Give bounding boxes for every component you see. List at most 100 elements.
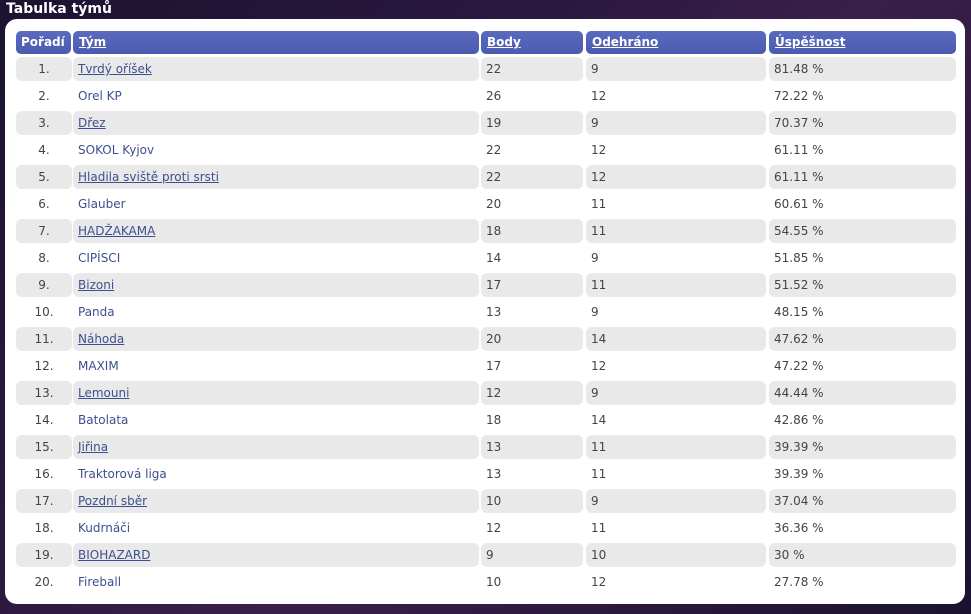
success-cell: 60.61 % [774, 197, 824, 211]
team-link[interactable]: Hladila sviště proti srsti [78, 170, 219, 184]
rank-cell: 9. [16, 273, 72, 297]
points-cell: 14 [486, 251, 502, 265]
rank-cell: 19. [16, 543, 72, 567]
rank-cell: 12. [34, 359, 54, 373]
points-cell: 19 [481, 111, 583, 135]
team-link[interactable]: Fireball [78, 575, 121, 589]
success-cell: 51.52 % [769, 273, 956, 297]
played-cell: 11 [586, 219, 766, 243]
points-cell: 17 [481, 273, 583, 297]
points-cell: 26 [486, 89, 502, 103]
team-link[interactable]: Náhoda [78, 332, 124, 346]
played-cell: 12 [591, 359, 607, 373]
header-played-sort-link[interactable]: Odehráno [586, 31, 766, 54]
played-cell: 9 [586, 57, 766, 81]
team-cell: BIOHAZARD [73, 543, 479, 567]
success-cell: 51.85 % [774, 251, 824, 265]
points-cell: 12 [481, 381, 583, 405]
team-link[interactable]: Tvrdý oříšek [78, 62, 152, 76]
team-cell: Pozdní sběr [73, 489, 479, 513]
team-link[interactable]: Glauber [78, 197, 126, 211]
rank-cell: 17. [16, 489, 72, 513]
team-link[interactable]: Dřez [78, 116, 106, 130]
success-cell: 27.78 % [774, 575, 824, 589]
played-cell: 12 [591, 575, 607, 589]
played-cell: 9 [591, 251, 599, 265]
played-cell: 14 [586, 327, 766, 351]
team-cell: Náhoda [73, 327, 479, 351]
team-cell: Dřez [73, 111, 479, 135]
success-cell: 36.36 % [774, 521, 824, 535]
played-cell: 11 [591, 521, 607, 535]
team-link[interactable]: MAXIM [78, 359, 119, 373]
points-cell: 13 [486, 305, 502, 319]
page-title: Tabulka týmů [6, 1, 112, 17]
played-cell: 10 [586, 543, 766, 567]
points-cell: 18 [481, 219, 583, 243]
rank-cell: 16. [34, 467, 54, 481]
rank-cell: 1. [16, 57, 72, 81]
points-cell: 10 [481, 489, 583, 513]
success-cell: 47.62 % [769, 327, 956, 351]
team-link[interactable]: Batolata [78, 413, 128, 427]
points-cell: 10 [486, 575, 502, 589]
team-link[interactable]: SOKOL Kyjov [78, 143, 154, 157]
rank-cell: 14. [34, 413, 54, 427]
success-cell: 47.22 % [774, 359, 824, 373]
points-cell: 9 [481, 543, 583, 567]
team-link[interactable]: CIPÍSCI [78, 251, 120, 265]
team-cell: Hladila sviště proti srsti [73, 165, 479, 189]
points-cell: 20 [481, 327, 583, 351]
team-cell: Orel KP [73, 84, 479, 108]
played-cell: 9 [586, 111, 766, 135]
rank-cell: 7. [16, 219, 72, 243]
rank-cell: 4. [38, 143, 50, 157]
success-cell: 42.86 % [774, 413, 824, 427]
team-link[interactable]: BIOHAZARD [78, 548, 150, 562]
header-points-sort-link[interactable]: Body [481, 31, 583, 54]
points-cell: 18 [486, 413, 502, 427]
team-cell: Batolata [73, 408, 479, 432]
rank-cell: 18. [34, 521, 54, 535]
played-cell: 12 [591, 89, 607, 103]
success-cell: 37.04 % [769, 489, 956, 513]
team-cell: HADŽAKAMA [73, 219, 479, 243]
rank-cell: 15. [16, 435, 72, 459]
played-cell: 9 [586, 489, 766, 513]
rank-cell: 13. [16, 381, 72, 405]
points-cell: 22 [481, 165, 583, 189]
team-link[interactable]: Lemouni [78, 386, 129, 400]
played-cell: 14 [591, 413, 607, 427]
team-link[interactable]: Orel KP [78, 89, 122, 103]
success-cell: 61.11 % [769, 165, 956, 189]
played-cell: 11 [591, 467, 607, 481]
team-cell: Glauber [73, 192, 479, 216]
team-cell: Fireball [73, 570, 479, 594]
played-cell: 9 [591, 305, 599, 319]
team-link[interactable]: Panda [78, 305, 115, 319]
success-cell: 39.39 % [769, 435, 956, 459]
header-success-sort-link[interactable]: Úspěšnost [769, 31, 956, 54]
team-link[interactable]: Kudrnáči [78, 521, 130, 535]
points-cell: 17 [486, 359, 502, 373]
team-link[interactable]: Traktorová liga [78, 467, 167, 481]
team-link[interactable]: Bizoni [78, 278, 114, 292]
success-cell: 61.11 % [774, 143, 824, 157]
success-cell: 70.37 % [769, 111, 956, 135]
team-link[interactable]: Pozdní sběr [78, 494, 147, 508]
rank-cell: 3. [16, 111, 72, 135]
header-team-sort-link[interactable]: Tým [73, 31, 479, 54]
points-cell: 22 [481, 57, 583, 81]
team-cell: Traktorová liga [73, 462, 479, 486]
played-cell: 11 [591, 197, 607, 211]
team-link[interactable]: Jiřina [78, 440, 108, 454]
success-cell: 48.15 % [774, 305, 824, 319]
success-cell: 39.39 % [774, 467, 824, 481]
rank-cell: 20. [34, 575, 54, 589]
played-cell: 12 [586, 165, 766, 189]
rank-cell: 2. [38, 89, 50, 103]
header-rank: Pořadí [16, 31, 71, 54]
team-cell: Tvrdý oříšek [73, 57, 479, 81]
team-link[interactable]: HADŽAKAMA [78, 224, 155, 238]
success-cell: 44.44 % [769, 381, 956, 405]
